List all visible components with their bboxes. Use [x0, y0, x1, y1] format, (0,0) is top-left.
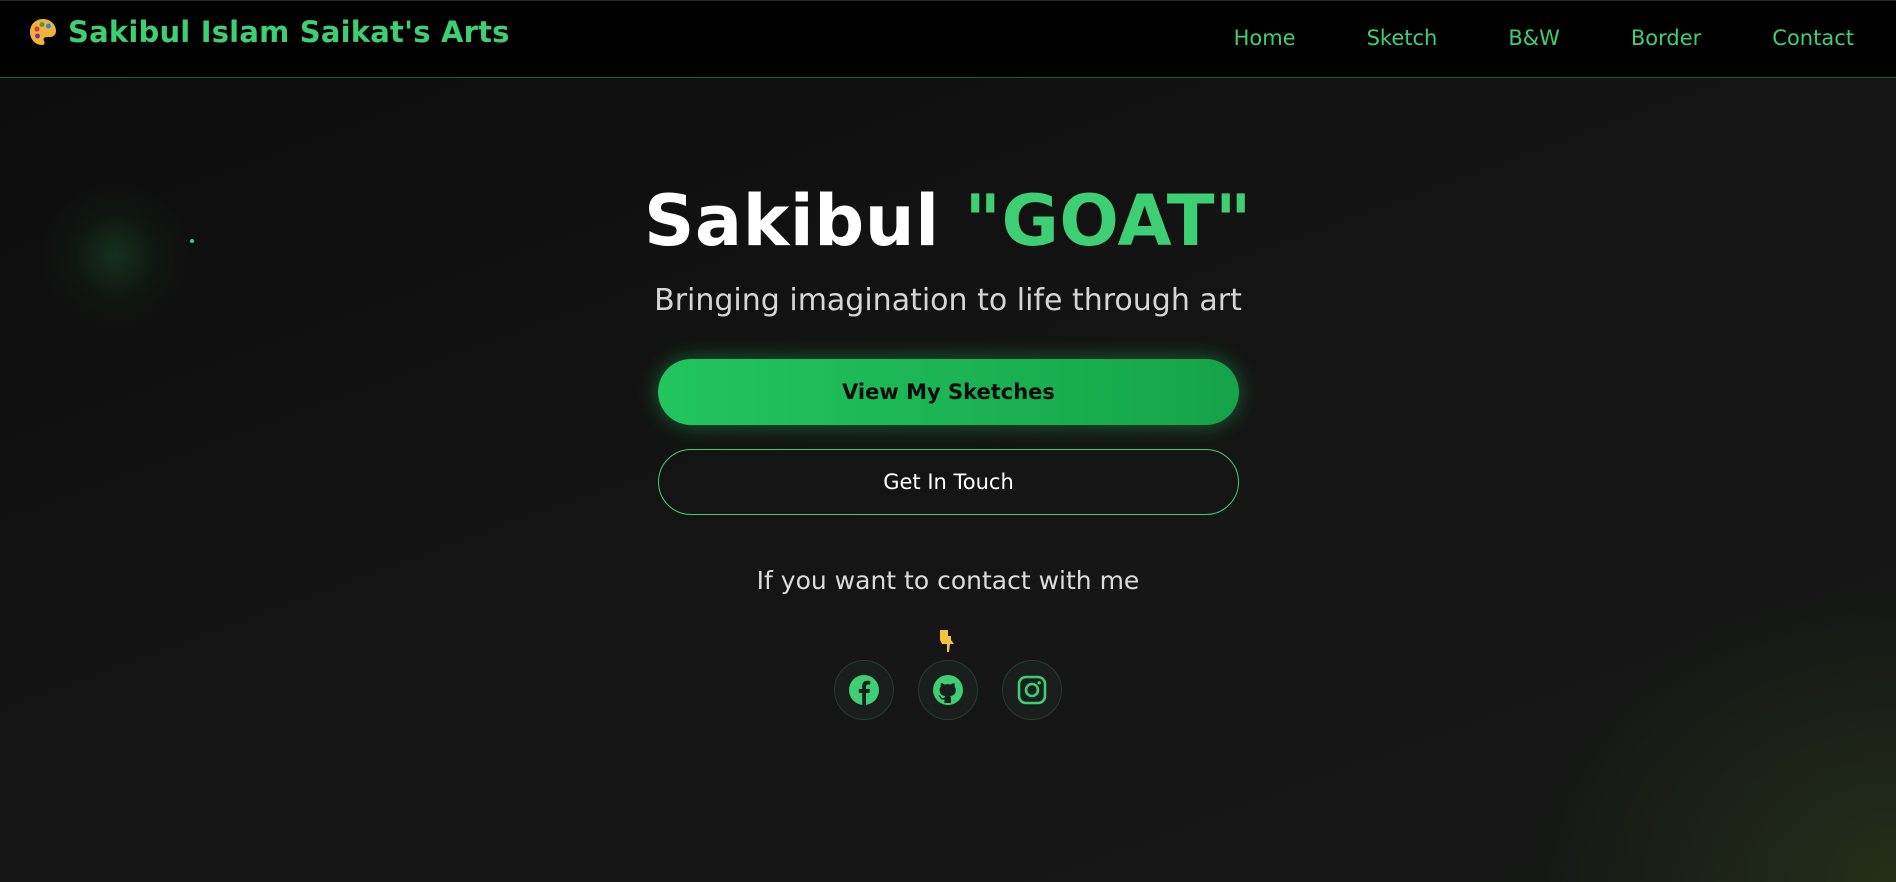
brand[interactable]: Sakibul Islam Saikat's Arts — [28, 15, 510, 49]
pointing-down-hand-icon — [940, 630, 954, 652]
nav-home[interactable]: Home — [1234, 26, 1296, 50]
get-in-touch-button[interactable]: Get In Touch — [658, 449, 1239, 515]
hero-tagline: Bringing imagination to life through art — [654, 283, 1242, 318]
facebook-link[interactable] — [834, 660, 894, 720]
nav-sketch[interactable]: Sketch — [1367, 26, 1438, 50]
brand-name: Sakibul Islam Saikat's Arts — [68, 15, 510, 49]
navbar: Sakibul Islam Saikat's Arts Home Sketch … — [0, 0, 1896, 78]
view-sketches-button[interactable]: View My Sketches — [658, 359, 1239, 425]
instagram-link[interactable] — [1002, 660, 1062, 720]
contact-prompt: If you want to contact with me — [756, 566, 1140, 595]
nav-links: Home Sketch B&W Border Contact — [1163, 26, 1854, 50]
hero-title-name: Sakibul — [643, 180, 940, 262]
hero-title-accent: "GOAT" — [964, 180, 1253, 262]
github-link[interactable] — [918, 660, 978, 720]
nav-contact[interactable]: Contact — [1772, 26, 1854, 50]
nav-bw[interactable]: B&W — [1508, 26, 1560, 50]
github-icon — [933, 675, 963, 705]
social-links — [834, 660, 1062, 720]
page: Sakibul Islam Saikat's Arts Home Sketch … — [0, 0, 1896, 882]
hero-title: Sakibul "GOAT" — [0, 176, 1896, 266]
palette-icon — [30, 19, 56, 45]
facebook-icon — [849, 675, 879, 705]
instagram-icon — [1017, 675, 1047, 705]
nav-border[interactable]: Border — [1631, 26, 1701, 50]
